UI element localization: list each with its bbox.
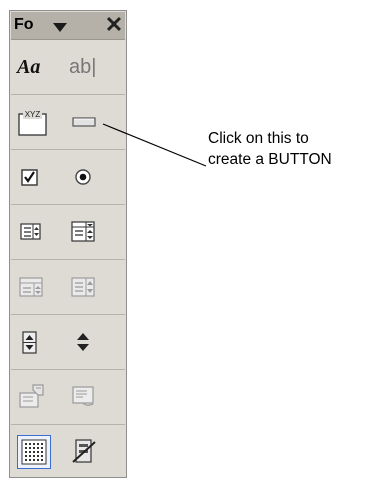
callout-line-2: create a BUTTON [208, 151, 332, 168]
callout-annotation: Click on this to create a BUTTON [208, 128, 386, 170]
callout-pointer-line [102, 123, 207, 167]
callout-line-1: Click on this to [208, 130, 309, 147]
